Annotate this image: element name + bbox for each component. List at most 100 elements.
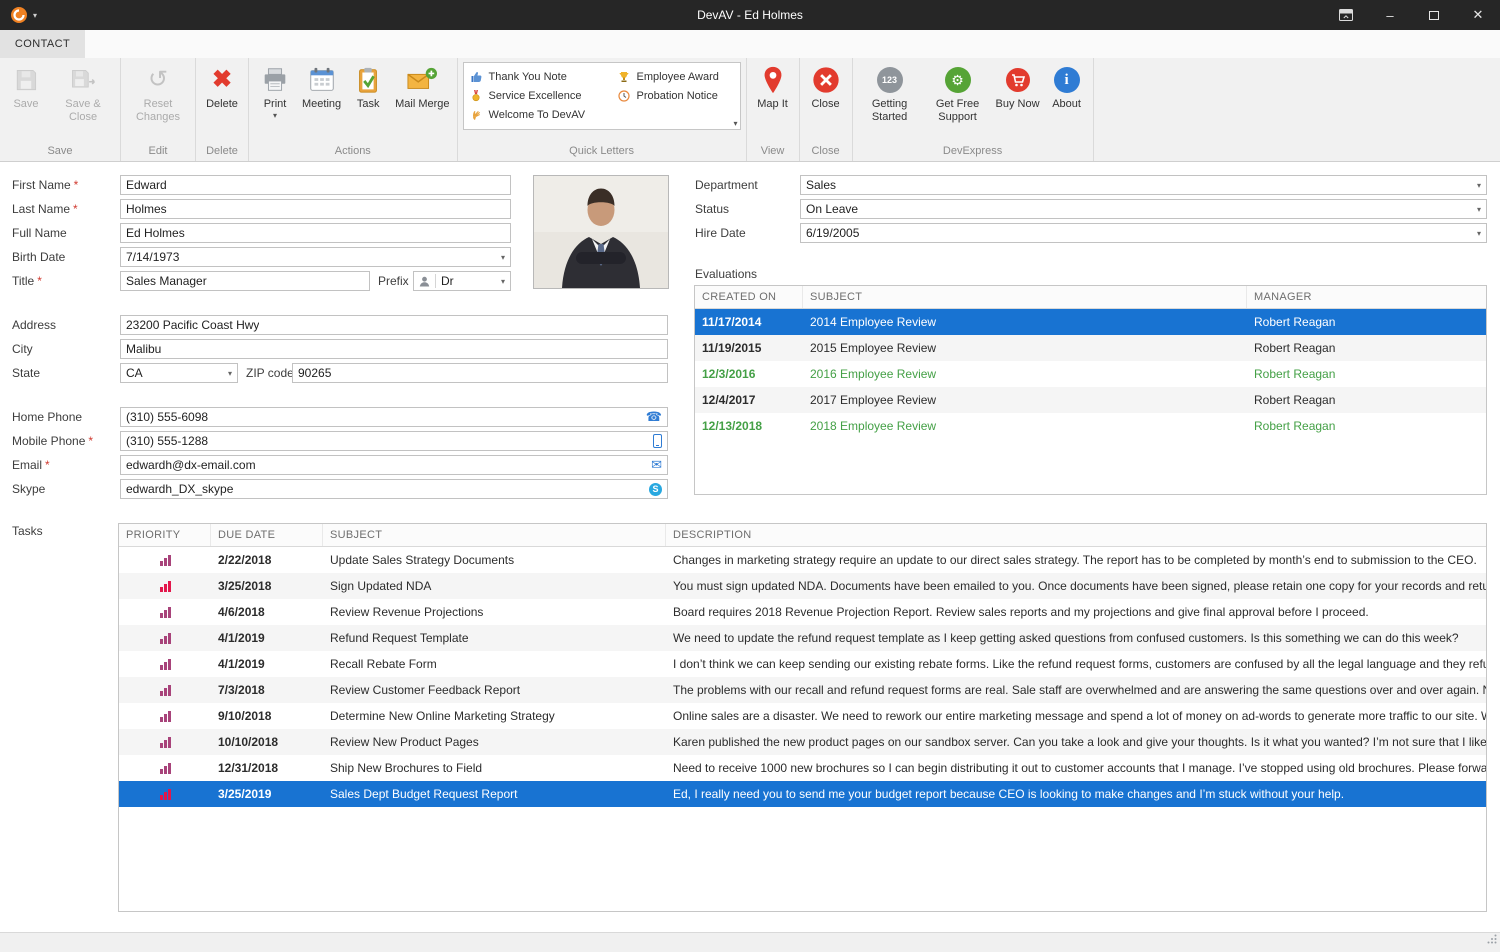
evaluation-manager: Robert Reagan — [1247, 387, 1486, 413]
task-description: Online sales are a disaster. We need to … — [666, 703, 1486, 729]
quick-letters-dropdown-icon[interactable]: ▾ — [734, 119, 738, 128]
print-dropdown-icon[interactable]: ▾ — [273, 111, 277, 120]
quick-letter-employee-award[interactable]: Employee Award — [618, 67, 728, 86]
evaluation-subject: 2015 Employee Review — [803, 335, 1247, 361]
close-record-button[interactable]: Close — [803, 58, 849, 111]
column-header-manager[interactable]: MANAGER — [1247, 286, 1486, 308]
task-description: Changes in marketing strategy require an… — [666, 547, 1486, 573]
chevron-down-icon[interactable]: ▾ — [1473, 229, 1481, 238]
quick-letter-welcome-to-devav[interactable]: Welcome To DevAV — [470, 105, 618, 124]
task-row[interactable]: 3/25/2019 Sales Dept Budget Request Repo… — [119, 781, 1486, 807]
mobile-phone-icon — [653, 434, 662, 448]
task-subject: Review Customer Feedback Report — [323, 677, 666, 703]
evaluation-created-on: 12/4/2017 — [695, 387, 803, 413]
task-due-date: 3/25/2019 — [211, 781, 323, 807]
task-button[interactable]: Task — [345, 58, 391, 111]
evaluation-row[interactable]: 11/17/2014 2014 Employee Review Robert R… — [695, 309, 1486, 335]
reset-changes-button[interactable]: ↺ Reset Changes — [124, 58, 192, 124]
tab-contact[interactable]: CONTACT — [0, 30, 85, 58]
print-icon — [260, 62, 290, 98]
meeting-button[interactable]: Meeting — [298, 58, 345, 111]
get-free-support-button[interactable]: ⚙ Get Free Support — [924, 58, 992, 124]
print-button[interactable]: Print ▾ — [252, 58, 298, 120]
column-header-description[interactable]: DESCRIPTION — [666, 524, 1486, 546]
task-due-date: 9/10/2018 — [211, 703, 323, 729]
column-header-subject[interactable]: SUBJECT — [323, 524, 666, 546]
group-label-close: Close — [803, 144, 849, 161]
task-row[interactable]: 4/1/2019 Recall Rebate Form I don’t thin… — [119, 651, 1486, 677]
task-row[interactable]: 3/25/2018 Sign Updated NDA You must sign… — [119, 573, 1486, 599]
evaluation-row[interactable]: 12/3/2016 2016 Employee Review Robert Re… — [695, 361, 1486, 387]
quick-letter-thank-you-note[interactable]: Thank You Note — [470, 67, 618, 86]
evaluation-row[interactable]: 12/13/2018 2018 Employee Review Robert R… — [695, 413, 1486, 439]
column-header-due-date[interactable]: DUE DATE — [211, 524, 323, 546]
status-field[interactable]: On Leave▾ — [800, 199, 1487, 219]
state-field[interactable]: CA▾ — [120, 363, 238, 383]
maximize-button[interactable] — [1412, 0, 1456, 30]
task-row[interactable]: 4/6/2018 Review Revenue Projections Boar… — [119, 599, 1486, 625]
task-row[interactable]: 12/31/2018 Ship New Brochures to Field N… — [119, 755, 1486, 781]
task-priority-cell — [119, 573, 211, 599]
save-and-close-button[interactable]: Save & Close — [49, 58, 117, 124]
evaluation-row[interactable]: 12/4/2017 2017 Employee Review Robert Re… — [695, 387, 1486, 413]
column-header-priority[interactable]: PRIORITY — [119, 524, 211, 546]
mobile-phone-field[interactable]: (310) 555-1288 — [120, 431, 668, 451]
full-name-field[interactable]: Ed Holmes — [120, 223, 511, 243]
address-field[interactable]: 23200 Pacific Coast Hwy — [120, 315, 668, 335]
contact-photo[interactable] — [533, 175, 669, 289]
app-logo-icon[interactable] — [10, 6, 28, 24]
task-row[interactable]: 7/3/2018 Review Customer Feedback Report… — [119, 677, 1486, 703]
task-subject: Update Sales Strategy Documents — [323, 547, 666, 573]
chevron-down-icon[interactable]: ▾ — [1473, 205, 1481, 214]
zip-code-label: ZIP code — [246, 363, 294, 383]
quick-access-caret-icon[interactable]: ▾ — [33, 11, 37, 20]
chevron-down-icon[interactable]: ▾ — [497, 253, 505, 262]
task-row[interactable]: 2/22/2018 Update Sales Strategy Document… — [119, 547, 1486, 573]
first-name-field[interactable]: Edward — [120, 175, 511, 195]
prefix-field[interactable]: Dr ▾ — [413, 271, 511, 291]
status-label: Status — [695, 199, 729, 219]
delete-button[interactable]: ✖ Delete — [199, 58, 245, 111]
quick-letter-probation-notice[interactable]: Probation Notice — [618, 86, 728, 105]
prefix-label: Prefix — [378, 271, 409, 291]
chevron-down-icon[interactable]: ▾ — [497, 277, 505, 286]
title-field[interactable]: Sales Manager — [120, 271, 370, 291]
delete-icon: ✖ — [212, 62, 232, 98]
task-row[interactable]: 9/10/2018 Determine New Online Marketing… — [119, 703, 1486, 729]
address-label: Address — [12, 315, 56, 335]
department-field[interactable]: Sales▾ — [800, 175, 1487, 195]
resize-grip[interactable] — [1487, 931, 1497, 949]
column-header-subject[interactable]: SUBJECT — [803, 286, 1247, 308]
city-label: City — [12, 339, 33, 359]
mail-merge-button[interactable]: Mail Merge — [391, 58, 453, 111]
buy-now-button[interactable]: Buy Now — [992, 58, 1044, 111]
task-due-date: 4/1/2019 — [211, 651, 323, 677]
column-header-created-on[interactable]: CREATED ON — [695, 286, 803, 308]
minimize-button[interactable]: – — [1368, 0, 1412, 30]
task-description: The problems with our recall and refund … — [666, 677, 1486, 703]
task-row[interactable]: 4/1/2019 Refund Request Template We need… — [119, 625, 1486, 651]
save-button[interactable]: Save — [3, 58, 49, 111]
skype-field[interactable]: edwardh_DX_skypeS — [120, 479, 668, 499]
task-priority-cell — [119, 755, 211, 781]
evaluation-created-on: 11/19/2015 — [695, 335, 803, 361]
map-it-button[interactable]: Map It — [750, 58, 796, 111]
ribbon-display-options-button[interactable] — [1324, 0, 1368, 30]
home-phone-field[interactable]: (310) 555-6098☎ — [120, 407, 668, 427]
evaluation-row[interactable]: 11/19/2015 2015 Employee Review Robert R… — [695, 335, 1486, 361]
chevron-down-icon[interactable]: ▾ — [224, 369, 232, 378]
last-name-field[interactable]: Holmes — [120, 199, 511, 219]
zip-code-field[interactable]: 90265 — [292, 363, 668, 383]
close-window-button[interactable]: ✕ — [1456, 0, 1500, 30]
home-phone-label: Home Phone — [12, 407, 82, 427]
city-field[interactable]: Malibu — [120, 339, 668, 359]
chevron-down-icon[interactable]: ▾ — [1473, 181, 1481, 190]
getting-started-button[interactable]: 123 Getting Started — [856, 58, 924, 124]
priority-icon — [160, 580, 171, 592]
quick-letter-service-excellence[interactable]: Service Excellence — [470, 86, 618, 105]
email-field[interactable]: edwardh@dx-email.com✉ — [120, 455, 668, 475]
hire-date-field[interactable]: 6/19/2005▾ — [800, 223, 1487, 243]
task-row[interactable]: 10/10/2018 Review New Product Pages Kare… — [119, 729, 1486, 755]
about-button[interactable]: i About — [1044, 58, 1090, 111]
birth-date-field[interactable]: 7/14/1973▾ — [120, 247, 511, 267]
